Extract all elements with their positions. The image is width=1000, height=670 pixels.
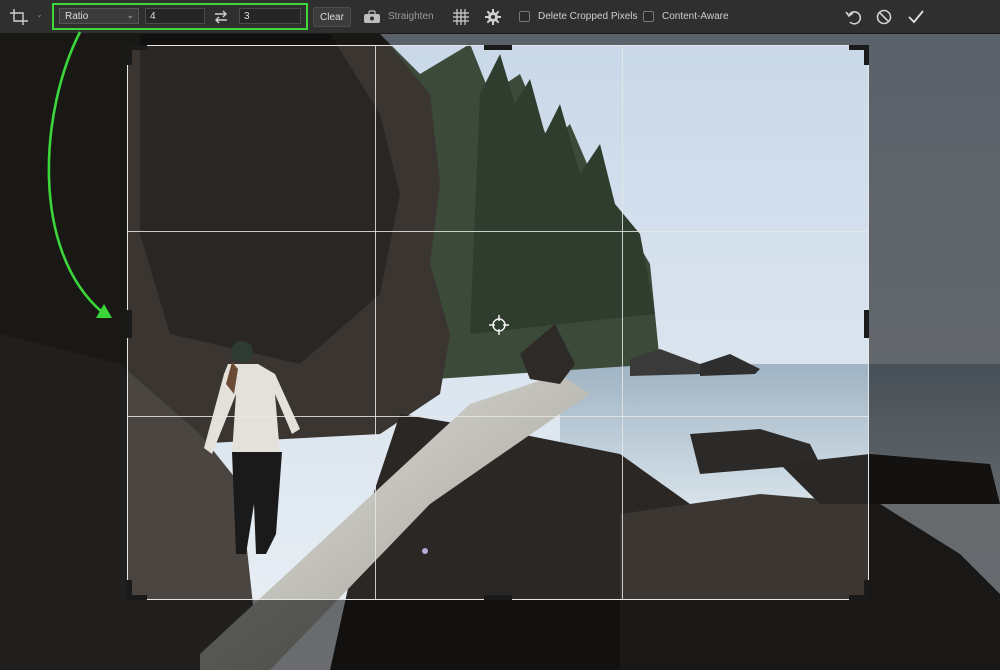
ratio-height-field[interactable]: 3 bbox=[239, 8, 301, 24]
delete-cropped-pixels-label: Delete Cropped Pixels bbox=[538, 11, 638, 22]
chevron-down-icon: ⌄ bbox=[126, 10, 134, 20]
crop-handle-bottom[interactable] bbox=[484, 595, 512, 600]
crop-grid-line bbox=[375, 46, 376, 599]
straighten-button[interactable]: Straighten bbox=[388, 11, 434, 22]
reset-icon[interactable] bbox=[844, 7, 864, 27]
canvas-area[interactable] bbox=[0, 34, 1000, 670]
grid-overlay-icon[interactable] bbox=[452, 8, 470, 26]
content-aware-checkbox[interactable]: Content-Aware bbox=[643, 11, 729, 22]
tool-preset-chevron-icon[interactable]: ⌄ bbox=[36, 10, 43, 19]
crop-icon[interactable] bbox=[8, 6, 38, 28]
cancel-icon[interactable] bbox=[874, 7, 894, 27]
options-bar: ⌄ Ratio ⌄ 4 3 Clear Straighten Delete Cr… bbox=[0, 0, 1000, 34]
gear-icon[interactable] bbox=[484, 8, 502, 26]
checkbox-icon[interactable] bbox=[519, 11, 530, 22]
crop-grid-line bbox=[128, 416, 868, 417]
delete-cropped-pixels-checkbox[interactable]: Delete Cropped Pixels bbox=[519, 11, 638, 22]
ratio-width-field[interactable]: 4 bbox=[145, 8, 205, 24]
crop-handle-top-right[interactable] bbox=[864, 45, 869, 65]
clear-button[interactable]: Clear bbox=[313, 7, 351, 27]
checkbox-icon[interactable] bbox=[643, 11, 654, 22]
crop-handle-top-left[interactable] bbox=[127, 45, 132, 65]
straighten-level-icon[interactable] bbox=[362, 9, 382, 25]
ratio-select-label: Ratio bbox=[65, 10, 89, 22]
crosshair-icon[interactable] bbox=[488, 314, 510, 336]
crop-handle-top[interactable] bbox=[484, 45, 512, 50]
crop-handle-bottom-right[interactable] bbox=[864, 580, 869, 600]
ratio-select[interactable]: Ratio ⌄ bbox=[59, 8, 139, 24]
crop-grid-line bbox=[622, 46, 623, 599]
crop-grid-line bbox=[128, 231, 868, 232]
crop-box[interactable] bbox=[127, 45, 869, 600]
checkmark-icon[interactable] bbox=[905, 6, 927, 28]
crop-handle-left[interactable] bbox=[127, 310, 132, 338]
content-aware-label: Content-Aware bbox=[662, 11, 729, 22]
crop-handle-bottom-left[interactable] bbox=[127, 580, 132, 600]
swap-arrows-icon[interactable] bbox=[213, 8, 231, 26]
crop-handle-right[interactable] bbox=[864, 310, 869, 338]
